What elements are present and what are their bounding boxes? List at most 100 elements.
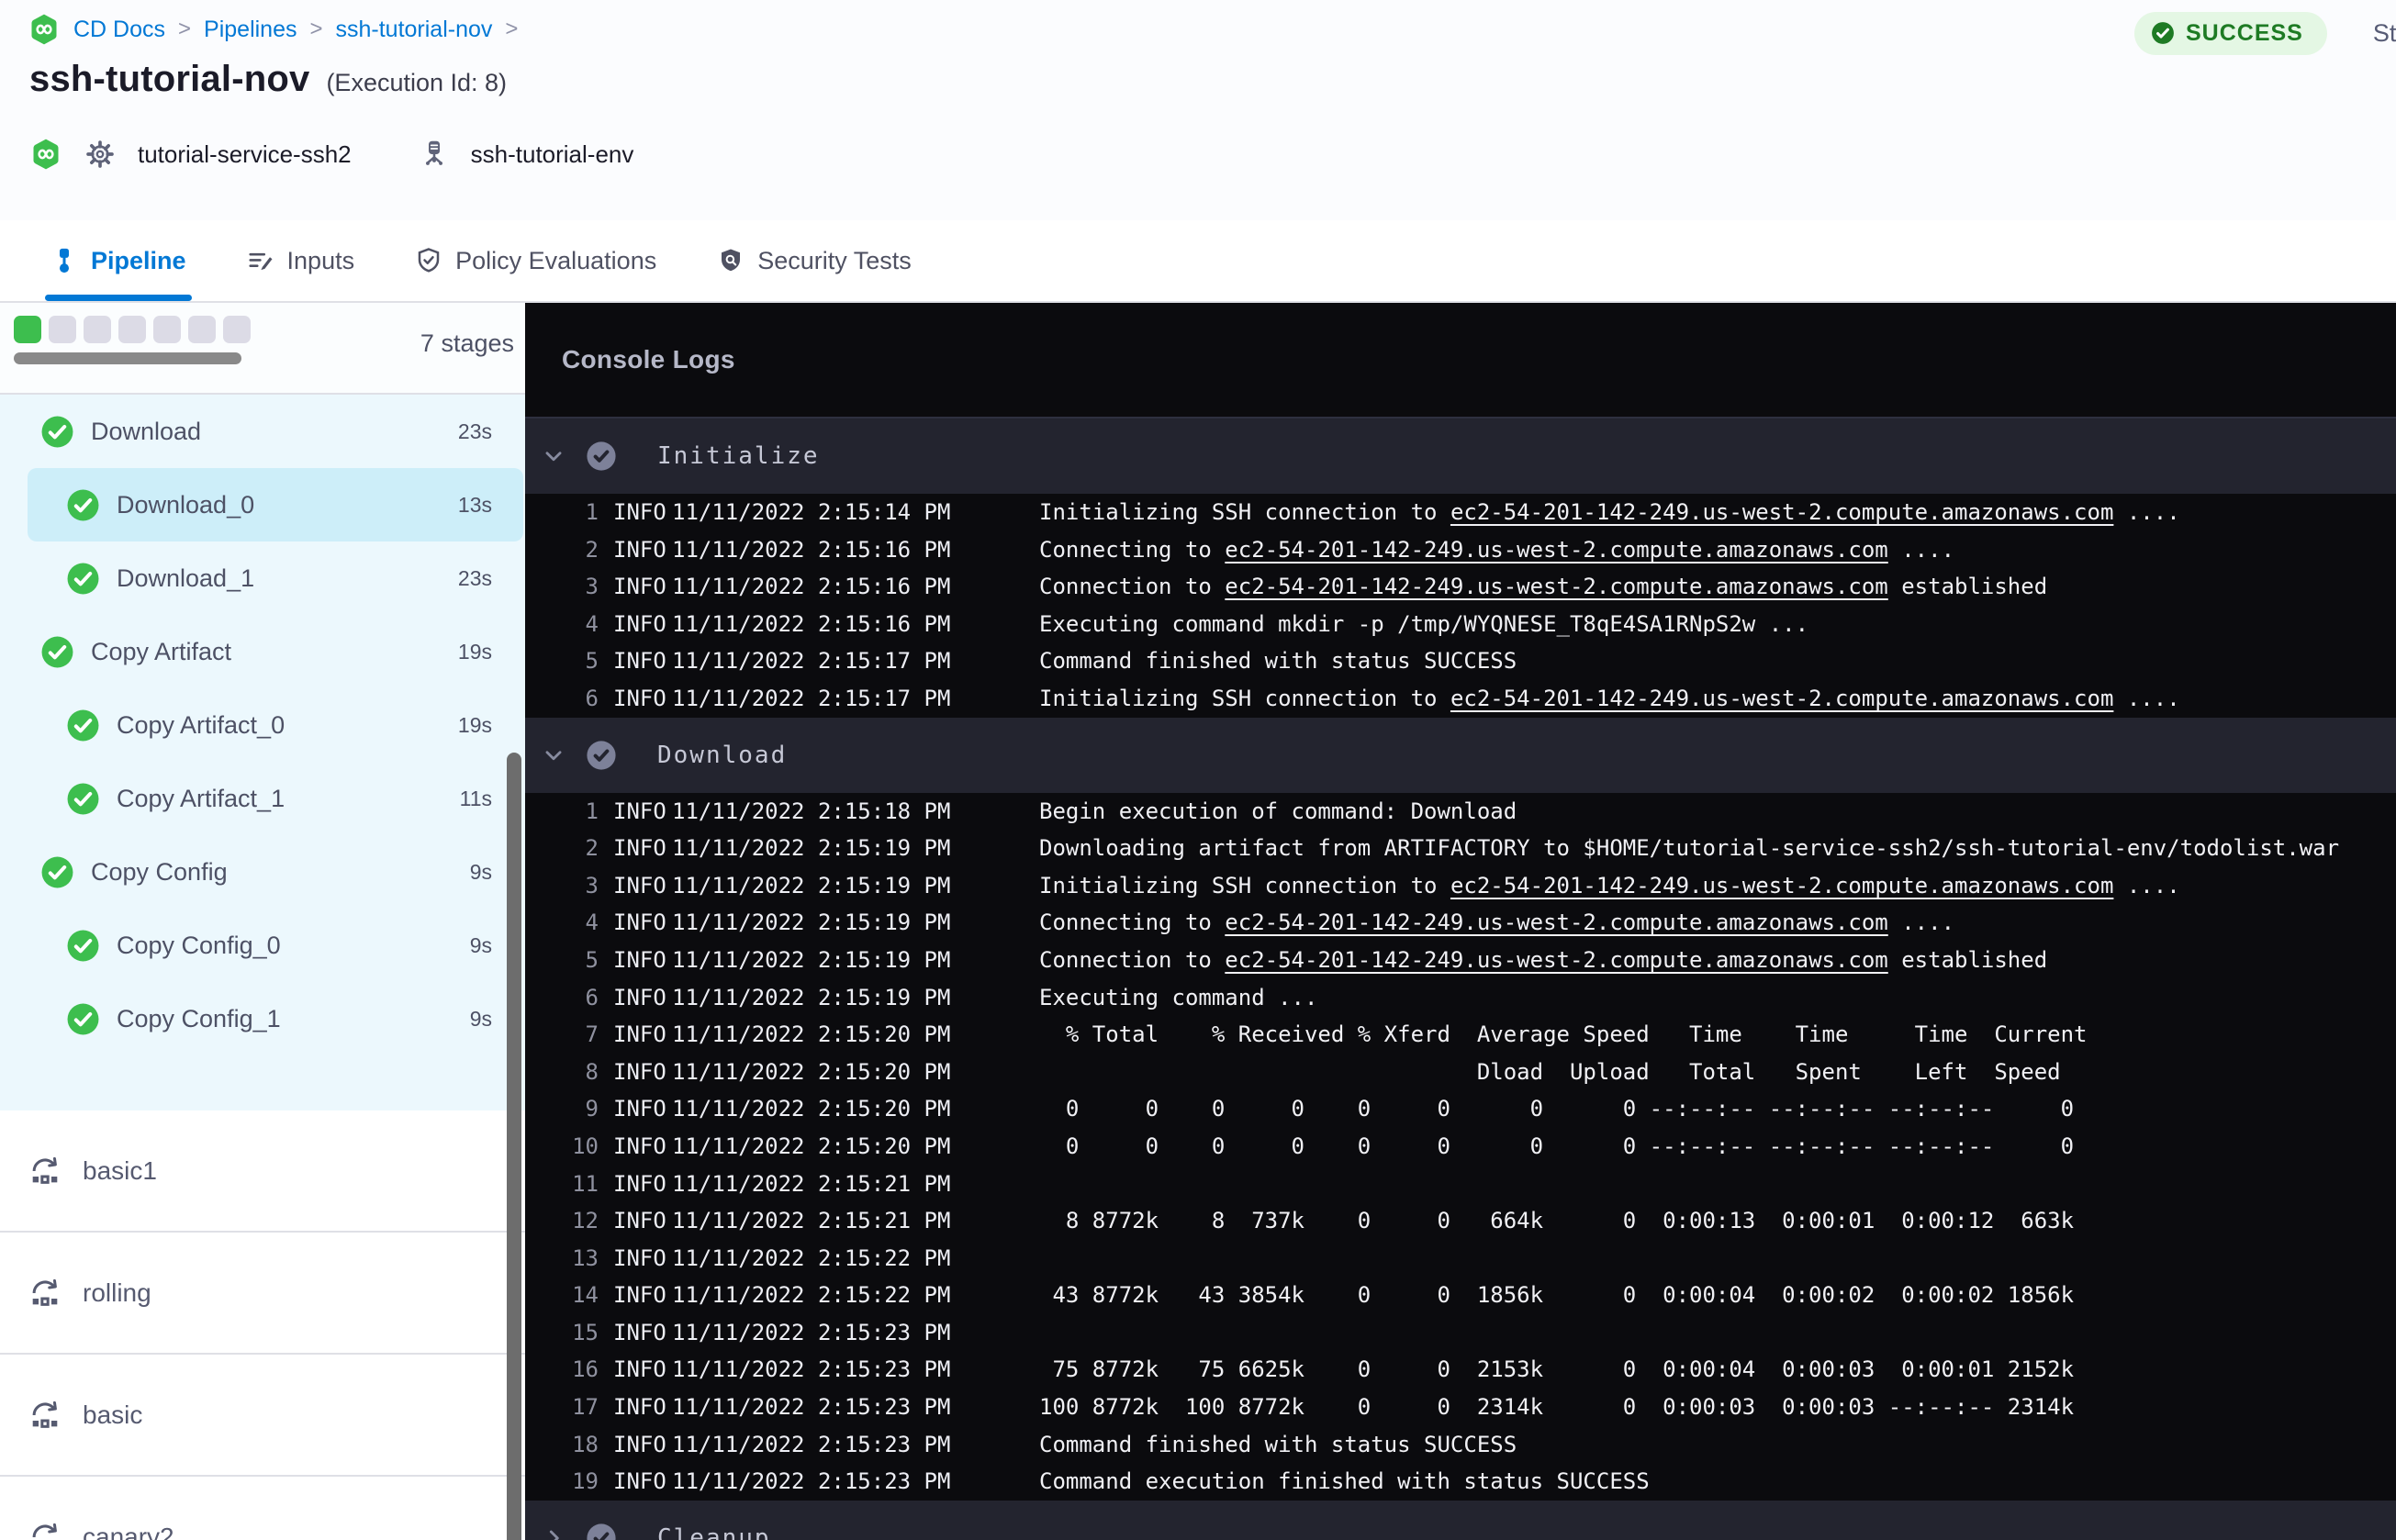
stage-name: Download_0 <box>117 490 255 519</box>
tab-inputs[interactable]: Inputs <box>247 220 355 301</box>
log-message: Connection to ec2-54-201-142-249.us-west… <box>1039 574 2048 600</box>
log-host-link[interactable]: ec2-54-201-142-249.us-west-2.compute.ama… <box>1450 686 2113 711</box>
chevron-down-icon[interactable] <box>542 444 565 468</box>
tab-label: Inputs <box>286 246 355 274</box>
stage-square-7 <box>223 316 251 343</box>
log-level: INFO <box>613 835 666 862</box>
log-line-number: 14 <box>572 1282 599 1309</box>
log-line-number: 6 <box>585 984 599 1010</box>
pipeline-list: basic1 rolling basic canary2 <box>0 1110 525 1540</box>
horizontal-scrollbar[interactable] <box>14 352 241 364</box>
stage-row-copy-config-0[interactable]: Copy Config_0 9s <box>0 909 525 982</box>
section-success-icon <box>586 1523 617 1540</box>
stage-square-3 <box>84 316 111 343</box>
log-level: INFO <box>613 798 666 824</box>
environment-name[interactable]: ssh-tutorial-env <box>471 140 634 169</box>
stage-row-copy-artifact-1[interactable]: Copy Artifact_1 11s <box>0 762 525 835</box>
breadcrumb-link-pipelines[interactable]: Pipelines <box>204 17 297 43</box>
section-title: Download <box>657 741 788 769</box>
log-message: Downloading artifact from ARTIFACTORY to… <box>1039 835 2340 862</box>
stage-name: Copy Config_1 <box>117 1004 281 1032</box>
console-section-download[interactable]: Download <box>525 717 2396 793</box>
vertical-scrollbar[interactable] <box>507 753 521 1540</box>
log-host-link[interactable]: ec2-54-201-142-249.us-west-2.compute.ama… <box>1450 499 2113 525</box>
pipeline-name: rolling <box>83 1278 151 1307</box>
log-host-link[interactable]: ec2-54-201-142-249.us-west-2.compute.ama… <box>1450 873 2113 898</box>
section-title: Cleanup <box>657 1523 771 1540</box>
log-timestamp: 11/11/2022 2:15:22 PM <box>672 1282 951 1309</box>
log-message: 75 8772k 75 6625k 0 0 2153k 0 0:00:04 0:… <box>1039 1356 2075 1383</box>
log-host-link[interactable]: ec2-54-201-142-249.us-west-2.compute.ama… <box>1225 574 1887 599</box>
breadcrumb-link-ssh-tutorial-nov[interactable]: ssh-tutorial-nov <box>336 17 493 43</box>
log-timestamp: 11/11/2022 2:15:23 PM <box>672 1319 951 1345</box>
tab-security-tests[interactable]: Security Tests <box>717 220 912 301</box>
log-message <box>1039 1240 2396 1278</box>
log-line-number: 4 <box>585 610 599 637</box>
log-timestamp: 11/11/2022 2:15:20 PM <box>672 1058 951 1085</box>
tab-policy-evaluations[interactable]: Policy Evaluations <box>415 220 656 301</box>
stage-duration: 23s <box>457 565 492 590</box>
service-name[interactable]: tutorial-service-ssh2 <box>138 140 352 169</box>
stage-row-copy-config[interactable]: Copy Config 9s <box>0 835 525 909</box>
pipeline-item-basic[interactable]: basic <box>0 1355 525 1477</box>
inputs-icon <box>247 247 274 274</box>
stage-row-copy-config-1[interactable]: Copy Config_1 9s <box>0 982 525 1055</box>
stage-row-copy-artifact-0[interactable]: Copy Artifact_0 19s <box>0 688 525 762</box>
stage-duration: 9s <box>469 932 492 957</box>
log-timestamp: 11/11/2022 2:15:23 PM <box>672 1356 951 1383</box>
log-timestamp: 11/11/2022 2:15:17 PM <box>672 685 951 711</box>
log-timestamp: 11/11/2022 2:15:21 PM <box>672 1170 951 1197</box>
log-line: 19 INFO 11/11/2022 2:15:23 PM Command execu… <box>525 1463 2396 1501</box>
log-level: INFO <box>613 984 666 1010</box>
console-section-initialize[interactable]: Initialize <box>525 418 2396 494</box>
pipeline-name: basic1 <box>83 1155 157 1185</box>
log-message <box>1039 1314 2396 1352</box>
log-message: % Total % Received % Xferd Average Speed… <box>1039 1021 2088 1048</box>
log-line-number: 12 <box>572 1208 599 1234</box>
log-line-number: 6 <box>585 685 599 711</box>
log-line-number: 13 <box>572 1244 599 1271</box>
tab-label: Pipeline <box>91 246 186 274</box>
tab-label: Security Tests <box>757 246 912 274</box>
log-message: Connection to ec2-54-201-142-249.us-west… <box>1039 946 2048 973</box>
log-line: 17 INFO 11/11/2022 2:15:23 PM 100 8772k 100… <box>525 1389 2396 1426</box>
stage-row-download-1[interactable]: Download_1 23s <box>0 541 525 615</box>
console-section-cleanup[interactable]: Cleanup <box>525 1500 2396 1540</box>
log-host-link[interactable]: ec2-54-201-142-249.us-west-2.compute.ama… <box>1225 909 1887 935</box>
stage-square-1 <box>14 316 41 343</box>
log-host-link[interactable]: ec2-54-201-142-249.us-west-2.compute.ama… <box>1225 537 1887 563</box>
stage-row-download-0[interactable]: Download_0 13s <box>0 468 525 541</box>
log-message: Initializing SSH connection to ec2-54-20… <box>1039 499 2180 525</box>
stage-duration: 23s <box>457 418 492 443</box>
log-message: Command finished with status SUCCESS <box>1039 1431 1517 1457</box>
tab-pipeline[interactable]: Pipeline <box>45 220 192 301</box>
pipeline-item-canary2[interactable]: canary2 <box>0 1477 525 1540</box>
log-line-number: 1 <box>585 798 599 824</box>
log-lines-download: 1 INFO 11/11/2022 2:15:18 PM Begin executio… <box>525 793 2396 1501</box>
breadcrumb-link-cd-docs[interactable]: CD Docs <box>73 17 165 43</box>
pipeline-icon <box>50 247 78 274</box>
chevron-right-icon[interactable] <box>542 1526 565 1540</box>
log-line: 10 INFO 11/11/2022 2:15:20 PM 0 0 0 0 0 0 … <box>525 1128 2396 1166</box>
log-line: 1 INFO 11/11/2022 2:15:18 PM Begin executio… <box>525 793 2396 831</box>
section-success-icon <box>586 441 617 472</box>
log-message <box>1039 1166 2396 1203</box>
pipeline-item-basic1[interactable]: basic1 <box>0 1110 525 1233</box>
log-line: 13 INFO 11/11/2022 2:15:22 PM <box>525 1240 2396 1278</box>
stage-success-icon <box>66 1002 100 1036</box>
stage-row-download[interactable]: Download 23s <box>0 395 525 468</box>
log-host-link[interactable]: ec2-54-201-142-249.us-west-2.compute.ama… <box>1225 947 1887 973</box>
breadcrumb: CD Docs > Pipelines > ssh-tutorial-nov > <box>28 13 518 46</box>
chevron-down-icon[interactable] <box>542 743 565 767</box>
log-level: INFO <box>613 1394 666 1421</box>
page-title: ssh-tutorial-nov <box>29 59 310 99</box>
log-timestamp: 11/11/2022 2:15:16 PM <box>672 536 951 563</box>
pipeline-item-rolling[interactable]: rolling <box>0 1233 525 1355</box>
stage-row-copy-artifact[interactable]: Copy Artifact 19s <box>0 615 525 688</box>
log-line-number: 15 <box>572 1319 599 1345</box>
page-header: CD Docs > Pipelines > ssh-tutorial-nov > SUCC… <box>0 0 2396 220</box>
log-timestamp: 11/11/2022 2:15:20 PM <box>672 1096 951 1122</box>
log-timestamp: 11/11/2022 2:15:23 PM <box>672 1431 951 1457</box>
breadcrumb-separator: > <box>309 17 323 41</box>
log-line-number: 7 <box>585 1021 599 1048</box>
